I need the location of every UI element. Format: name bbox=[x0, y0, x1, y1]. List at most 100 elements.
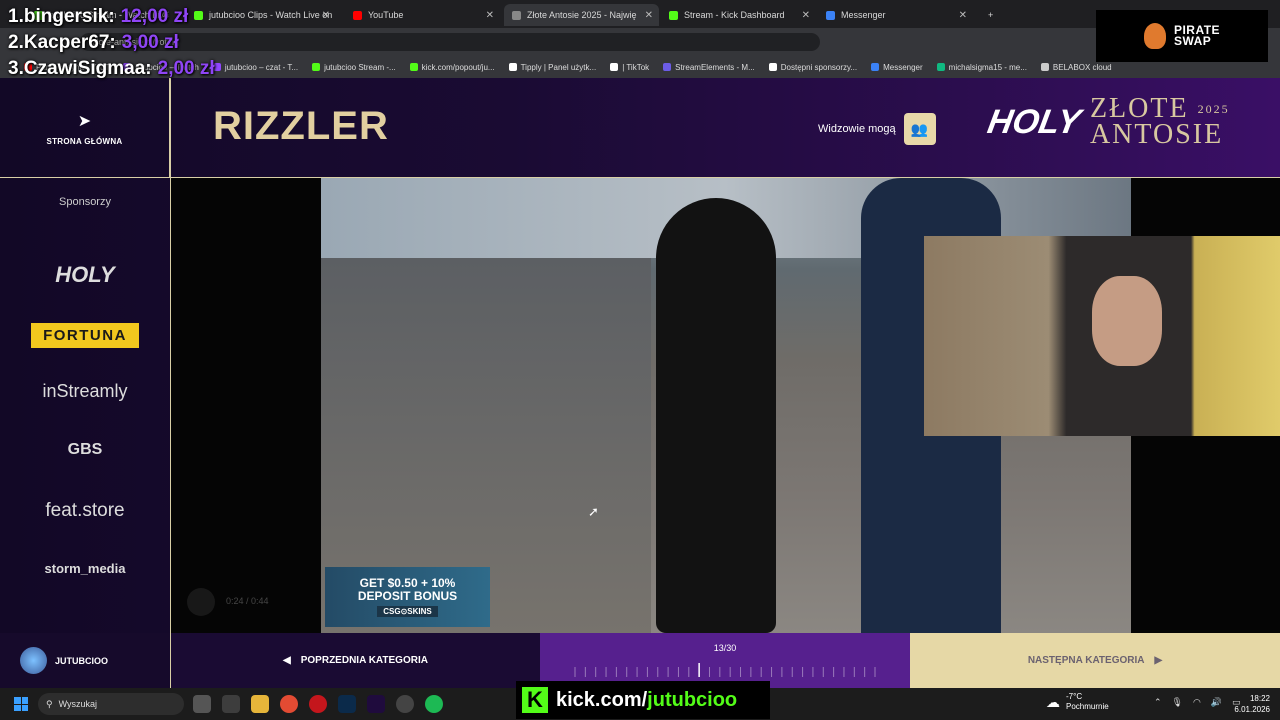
browser-tab[interactable]: Stream - Kick Dashboard ✕ bbox=[661, 4, 816, 26]
video-letterbox-left bbox=[171, 178, 321, 633]
chrome-icon[interactable] bbox=[280, 695, 298, 713]
users-icon[interactable]: 👥 bbox=[903, 113, 936, 145]
close-icon[interactable]: ✕ bbox=[645, 10, 653, 21]
bookmark-favicon-icon bbox=[508, 63, 517, 71]
arrow-left-icon: ◀ bbox=[283, 655, 291, 666]
leaderboard-rank: 2. bbox=[8, 32, 24, 53]
bookmark-item[interactable]: michalsigma15 - me... bbox=[936, 62, 1027, 72]
kick-logo-icon: K bbox=[522, 687, 548, 713]
kick-prefix: kick.com/ bbox=[556, 688, 648, 711]
leaderboard-rank: 1. bbox=[8, 6, 24, 27]
system-tray: ⌃ 🎙 ◠ 🔊 ▭ bbox=[1154, 697, 1241, 708]
viewers-toggle[interactable]: Widzowie mogą 👥 bbox=[818, 113, 936, 145]
bookmark-item[interactable]: jutubcioo – czat - T... bbox=[212, 63, 298, 72]
sponsors-label: Sponsorzy bbox=[59, 196, 111, 208]
wifi-icon[interactable]: ◠ bbox=[1193, 697, 1201, 708]
photoshop-icon[interactable] bbox=[338, 695, 356, 713]
bookmark-favicon-icon bbox=[936, 63, 945, 71]
task-view-icon[interactable] bbox=[193, 695, 211, 713]
category-title: RIZZLER bbox=[213, 104, 389, 148]
video-timecode: 0:24 / 0:44 bbox=[226, 596, 269, 606]
settings-icon[interactable] bbox=[222, 695, 240, 713]
tab-label: jutubcioo Clips - Watch Live on bbox=[209, 10, 333, 20]
weather-widget[interactable]: ☁ -7°C Pochmurnie bbox=[1046, 692, 1109, 712]
leaderboard-row: 3. CzawiSigmaa: 2,00 zł bbox=[8, 56, 215, 82]
bookmark-label: | TikTok bbox=[622, 62, 650, 72]
bookmark-item[interactable]: jutubcioo Stream -... bbox=[312, 63, 396, 72]
browser-tab[interactable]: Messenger ✕ bbox=[818, 4, 973, 26]
bookmark-label: BELABOX cloud bbox=[1052, 62, 1112, 72]
bookmark-label: jutubcioo Stream -... bbox=[324, 62, 396, 72]
tab-favicon-icon bbox=[353, 10, 362, 20]
bookmark-favicon-icon bbox=[312, 63, 321, 71]
bookmark-item[interactable]: BELABOX cloud bbox=[1040, 62, 1112, 72]
next-category-button[interactable]: NASTĘPNA KATEGORIA ▶ bbox=[910, 633, 1280, 688]
obs-icon[interactable] bbox=[396, 695, 414, 713]
browser-tab[interactable]: Złote Antosie 2025 - Najwię ✕ bbox=[504, 4, 659, 26]
close-icon[interactable]: ✕ bbox=[802, 10, 810, 21]
bookmark-item[interactable]: kick.com/popout/ju... bbox=[409, 63, 495, 72]
sponsor-storm-media: storm_media bbox=[44, 561, 126, 576]
bookmark-label: Dostępni sponsorzy... bbox=[780, 62, 858, 72]
bookmark-favicon-icon bbox=[871, 63, 880, 71]
spotify-icon[interactable] bbox=[425, 695, 443, 713]
leaderboard-name: CzawiSigmaa: bbox=[23, 58, 152, 79]
bookmark-item[interactable]: Messenger bbox=[871, 63, 923, 72]
home-label: STRONA GŁÓWNA bbox=[46, 136, 123, 146]
user-profile[interactable]: JUTUBCIOO bbox=[0, 633, 170, 688]
browser-tab[interactable]: YouTube ✕ bbox=[345, 4, 500, 26]
tab-favicon-icon bbox=[826, 10, 835, 20]
tab-label: Messenger bbox=[841, 10, 886, 20]
holy-logo: HOLY bbox=[984, 102, 1084, 141]
previous-category-button[interactable]: ◀ POPRZEDNIA KATEGORIA bbox=[171, 633, 540, 688]
close-icon[interactable]: ✕ bbox=[959, 10, 967, 21]
bookmark-favicon-icon bbox=[409, 63, 418, 71]
home-button[interactable]: ➤ STRONA GŁÓWNA bbox=[0, 78, 170, 178]
progress-count: 13/30 bbox=[713, 643, 737, 653]
windows-start-icon[interactable] bbox=[14, 697, 28, 711]
next-category-label: NASTĘPNA KATEGORIA bbox=[1027, 655, 1145, 666]
leaderboard-name: Kacper67: bbox=[23, 32, 116, 53]
play-pause-button[interactable] bbox=[187, 588, 215, 616]
pirate-swap-ad: PIRATE SWAP bbox=[1096, 10, 1268, 62]
close-icon[interactable]: ✕ bbox=[486, 10, 494, 21]
search-placeholder: Wyszukaj bbox=[58, 699, 98, 709]
bookmark-label: michalsigma15 - me... bbox=[948, 62, 1027, 72]
file-explorer-icon[interactable] bbox=[251, 695, 269, 713]
bookmark-item[interactable]: Tipply | Panel użytk... bbox=[508, 63, 596, 72]
leaderboard-amount: 12,00 zł bbox=[120, 6, 189, 27]
pirate-logo-icon bbox=[1143, 23, 1166, 49]
bookmark-item[interactable]: Dostępni sponsorzy... bbox=[768, 62, 858, 72]
kick-channel: jutubcioo bbox=[647, 688, 738, 711]
cloud-icon: ☁ bbox=[1046, 694, 1060, 710]
bookmark-label: StreamElements - M... bbox=[675, 62, 755, 72]
promo-brand: CSG⊙SKINS bbox=[377, 606, 438, 617]
previous-category-label: POPRZEDNIA KATEGORIA bbox=[300, 655, 428, 666]
new-tab-button[interactable]: + bbox=[980, 4, 1000, 26]
close-icon[interactable]: ✕ bbox=[322, 10, 330, 21]
clock[interactable]: 18:22 6.01.2026 bbox=[1232, 693, 1270, 715]
zlote-antosie-logo: HOLY ZŁOTE 2025 ANTOSIE bbox=[984, 95, 1230, 149]
premiere-icon[interactable] bbox=[367, 695, 385, 713]
pirate-text-2: SWAP bbox=[1173, 34, 1212, 48]
webcam-overlay bbox=[924, 236, 1280, 436]
username: JUTUBCIOO bbox=[55, 655, 109, 666]
taskbar-search[interactable]: ⚲ Wyszukaj bbox=[38, 693, 184, 715]
leaderboard-amount: 2,00 zł bbox=[157, 58, 215, 79]
arrow-right-icon: ▶ bbox=[1154, 655, 1163, 666]
volume-icon[interactable]: 🔊 bbox=[1211, 697, 1222, 708]
bookmark-favicon-icon bbox=[663, 63, 672, 71]
sponsor-feat-store: feat.store bbox=[45, 500, 125, 521]
chevron-up-icon[interactable]: ⌃ bbox=[1154, 697, 1162, 708]
sponsor-gbs: GBS bbox=[67, 441, 103, 458]
tab-label: Złote Antosie 2025 - Najwię bbox=[527, 10, 637, 20]
donation-leaderboard: 1. bingersik: 12,00 zł 2. Kacper67: 3,00 zł 3.… bbox=[8, 4, 215, 82]
bookmark-item[interactable]: StreamElements - M... bbox=[663, 63, 755, 72]
avatar bbox=[20, 647, 47, 674]
bookmark-item[interactable]: | TikTok bbox=[610, 63, 649, 72]
opera-icon[interactable] bbox=[309, 695, 327, 713]
clock-time: 18:22 bbox=[1249, 694, 1270, 703]
leaderboard-amount: 3,00 zł bbox=[121, 32, 179, 53]
bookmark-favicon-icon bbox=[768, 63, 777, 71]
microphone-icon[interactable]: 🎙 bbox=[1172, 697, 1183, 708]
